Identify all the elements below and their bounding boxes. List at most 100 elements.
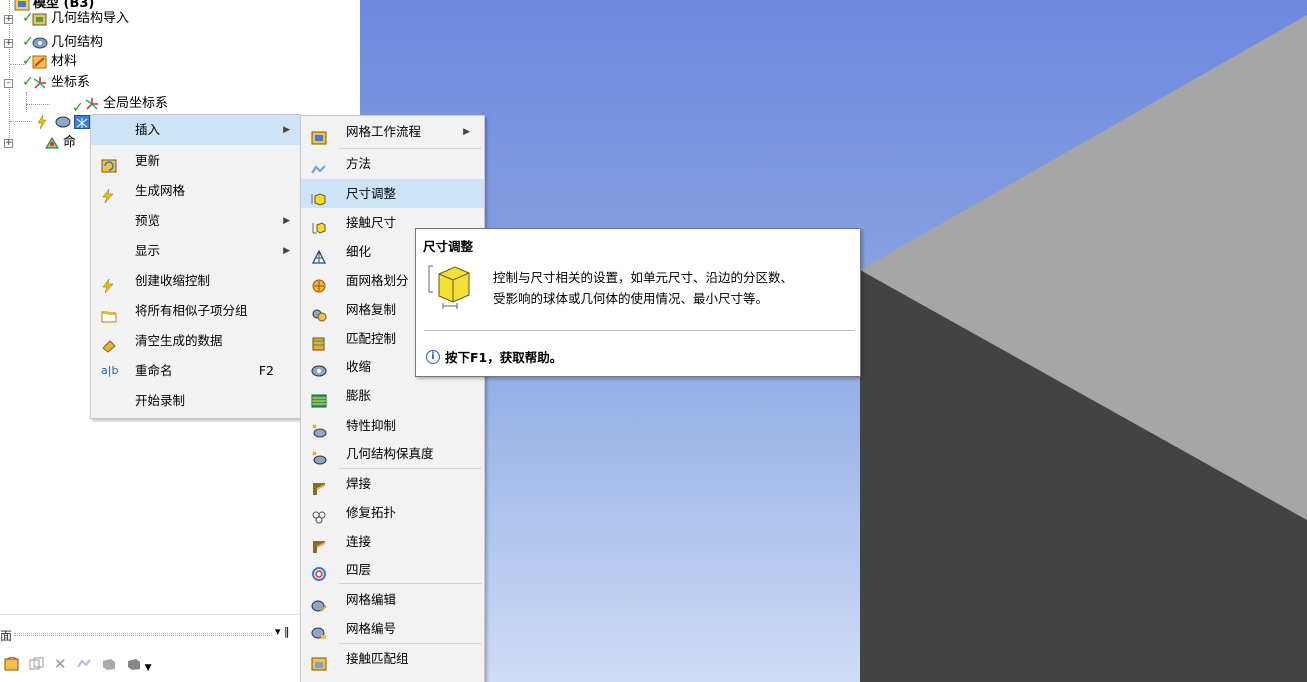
menu-item-show[interactable]: 显示 ▶: [91, 236, 300, 266]
submenu-item-inflation[interactable]: 膨胀: [301, 381, 484, 411]
tooltip-description: 控制与尺寸相关的设置，如单元尺寸、沿边的分区数、 受影响的球体或几何体的使用情况…: [493, 267, 793, 309]
check-icon: ✓: [22, 53, 34, 69]
submenu-item-mesh-workflow[interactable]: 网格工作流程 ▶: [301, 116, 484, 148]
lightning-icon: [36, 114, 52, 129]
coordinate-system-icon: [32, 76, 48, 90]
tree-node-geometry-import[interactable]: ✓ 几何结构导入: [22, 9, 129, 28]
submenu-item-contact-match-group[interactable]: 接触匹配组: [301, 644, 484, 674]
submenu-arrow-icon: ▶: [283, 216, 290, 226]
submenu-item-contact-match[interactable]: 接触匹配: [301, 674, 484, 682]
submenu-arrow-icon: ▶: [283, 246, 290, 256]
submenu-item-mesh-edit[interactable]: 网格编辑: [301, 584, 484, 615]
submenu-item-repair-topology[interactable]: 修复拓扑: [301, 499, 484, 527]
submenu-item-label: 膨胀: [346, 388, 372, 403]
quad-layer-icon: [311, 563, 327, 581]
add-icon[interactable]: [4, 656, 20, 671]
details-panel-strip: 面 ▾ ‖ ✕ ▼: [0, 614, 305, 682]
dropdown-arrow-icon[interactable]: ▼: [145, 663, 152, 673]
repair-topology-icon: [311, 506, 327, 524]
submenu-item-label: 接触尺寸: [346, 215, 397, 230]
contact-sizing-icon: [311, 216, 327, 234]
submenu-arrow-icon: ▶: [283, 125, 290, 135]
method-icon: [311, 157, 327, 174]
tree-node-global-coordinate-system[interactable]: ✓ 全局坐标系: [72, 94, 168, 116]
submenu-item-weld[interactable]: 焊接: [301, 469, 484, 499]
submenu-item-label: 焊接: [346, 476, 372, 491]
tree-node-named-selections[interactable]: 命: [44, 133, 76, 152]
tree-node-geometry[interactable]: ✓ 几何结构: [22, 33, 103, 52]
menu-item-rename[interactable]: a|b 重命名 F2: [91, 356, 300, 386]
sizing-tooltip: 尺寸调整 控制与尺寸相关的设置，如单元尺寸、沿边的分区数、 受影响的球体或几何体…: [415, 228, 861, 377]
tree-node-materials[interactable]: ✓ 材料: [22, 52, 77, 71]
tooltip-divider: [424, 330, 855, 331]
tree-node-label: 坐标系: [51, 75, 91, 90]
submenu-item-sizing[interactable]: 尺寸调整: [301, 179, 484, 208]
menu-item-label: 显示: [135, 243, 161, 258]
menu-item-start-recording[interactable]: 开始录制: [91, 386, 300, 416]
submenu-item-label: 网格编号: [346, 621, 397, 636]
geometry-fidelity-icon: [311, 447, 327, 465]
submenu-item-geometry-fidelity[interactable]: 几何结构保真度: [301, 440, 484, 468]
panel-pin-icon[interactable]: ▾ ‖: [275, 625, 290, 638]
collapse-toggle[interactable]: –: [4, 79, 13, 88]
submenu-item-mesh-numbering[interactable]: 网格编号: [301, 615, 484, 643]
menu-item-label: 预览: [135, 213, 161, 228]
expand-toggle[interactable]: +: [4, 15, 13, 24]
menu-item-label: 创建收缩控制: [135, 273, 211, 288]
context-menu: 插入 ▶ 更新 生成网格 预览 ▶ 显示 ▶ 创建收缩控制 将所有相似子项分组: [90, 114, 301, 419]
tree-line: [26, 104, 50, 105]
connect-icon: [311, 535, 327, 553]
eraser-icon: [101, 334, 117, 353]
tree-node-label: 命: [63, 135, 77, 150]
tooltip-description-line: 受影响的球体或几何体的使用情况、最小尺寸等。: [493, 291, 769, 306]
info-icon: i: [426, 349, 440, 364]
update-icon: [101, 153, 117, 173]
geometry-import-icon: [32, 12, 48, 26]
panel-title: 面: [0, 629, 13, 643]
menu-item-label: 清空生成的数据: [135, 333, 223, 348]
submenu-item-connect[interactable]: 连接: [301, 527, 484, 556]
submenu-item-feature-suppress[interactable]: 特性抑制: [301, 411, 484, 440]
tree-line: [10, 121, 32, 122]
duplicate-icon[interactable]: [29, 657, 45, 671]
menu-item-shortcut: F2: [258, 363, 274, 378]
delete-icon[interactable]: ✕: [54, 655, 67, 673]
submenu-arrow-icon: ▶: [463, 127, 470, 137]
submenu-item-label: 四层: [346, 562, 372, 577]
tree-node-coordinate-systems[interactable]: ✓ 坐标系: [22, 73, 90, 92]
tree-line: [26, 92, 27, 112]
submenu-item-label: 网格工作流程: [346, 124, 422, 139]
submenu-item-quad-layer[interactable]: 四层: [301, 556, 484, 583]
menu-item-label: 生成网格: [135, 183, 186, 198]
menu-item-generate-mesh[interactable]: 生成网格: [91, 176, 300, 206]
menu-item-create-pinch[interactable]: 创建收缩控制: [91, 266, 300, 296]
inflation-icon: [311, 389, 327, 408]
expand-toggle[interactable]: +: [4, 139, 13, 148]
submenu-item-label: 几何结构保真度: [346, 446, 434, 461]
submenu-item-method[interactable]: 方法: [301, 149, 484, 179]
mesh-edit-icon: [311, 593, 327, 612]
tree-node-mesh[interactable]: [36, 112, 93, 131]
menu-item-group-similar[interactable]: 将所有相似子项分组: [91, 296, 300, 326]
submenu-item-label: 网格编辑: [346, 592, 397, 607]
cube-dark-icon[interactable]: [126, 657, 142, 671]
menu-item-update[interactable]: 更新: [91, 145, 300, 176]
menu-item-label: 更新: [135, 153, 161, 168]
method-icon[interactable]: [76, 657, 92, 671]
face-meshing-icon: [311, 274, 327, 293]
insert-submenu: 网格工作流程 ▶ 方法 尺寸调整 接触尺寸 细化 面网格划分 网格复制 匹配控制 收缩 膨胀 特性抑制…: [300, 115, 485, 682]
panel-toolbar: ✕ ▼: [4, 655, 152, 673]
menu-item-clear-data[interactable]: 清空生成的数据: [91, 326, 300, 356]
submenu-item-label: 收缩: [346, 359, 372, 374]
menu-item-label: 将所有相似子项分组: [135, 303, 248, 318]
menu-item-insert[interactable]: 插入 ▶: [91, 115, 300, 145]
geometry-icon: [32, 36, 48, 50]
mesh-selected-icon: [74, 114, 90, 129]
menu-item-label: 重命名: [135, 363, 173, 378]
sizing-icon: [311, 187, 327, 206]
panel-grip[interactable]: [14, 633, 272, 636]
menu-item-preview[interactable]: 预览 ▶: [91, 206, 300, 236]
expand-toggle[interactable]: +: [4, 39, 13, 48]
tree-node-label: 材料: [51, 54, 78, 69]
cube-icon[interactable]: [101, 657, 117, 671]
